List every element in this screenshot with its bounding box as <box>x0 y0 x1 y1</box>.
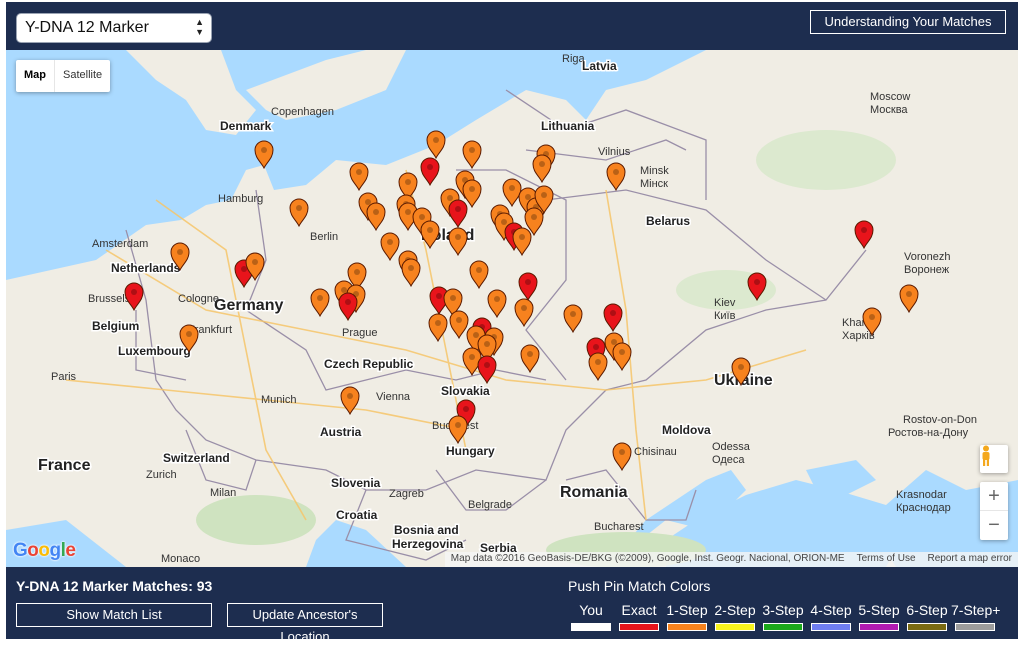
test-type-select-value: Y-DNA 12 Marker <box>25 19 149 36</box>
legend-swatch <box>811 623 851 631</box>
legend-label: 2-Step <box>714 602 756 618</box>
legend-item: 3-Step <box>759 602 807 631</box>
country-austria: Austria <box>320 425 362 439</box>
city-zurich: Zurich <box>146 469 177 481</box>
country-lithuania: Lithuania <box>541 119 595 133</box>
understanding-matches-button[interactable]: Understanding Your Matches <box>810 10 1006 34</box>
city-copenhagen: Copenhagen <box>271 106 334 118</box>
city-moscow: Moscow Москва <box>870 91 910 116</box>
country-luxembourg: Luxembourg <box>118 344 191 358</box>
city-amsterdam: Amsterdam <box>92 238 148 250</box>
country-slovenia: Slovenia <box>331 476 381 490</box>
legend-label: 3-Step <box>762 602 804 618</box>
legend-label: You <box>579 602 603 618</box>
legend-swatch <box>667 623 707 631</box>
google-logo: Google <box>13 540 76 561</box>
test-type-select[interactable]: Y-DNA 12 Marker ▲ ▼ <box>16 13 212 43</box>
app-frame: Y-DNA 12 Marker ▲ ▼ Understanding Your Ma… <box>6 2 1018 644</box>
city-paris: Paris <box>51 371 77 383</box>
city-voronezh: Voronezh Воронеж <box>904 251 950 276</box>
country-romania: Romania <box>560 484 628 501</box>
legend-label: Exact <box>621 602 657 618</box>
legend-item: Exact <box>615 602 663 631</box>
city-belgrade: Belgrade <box>468 499 512 511</box>
legend-swatch <box>907 623 947 631</box>
legend-label: 1-Step <box>666 602 708 618</box>
map-base: Latvia Lithuania Belarus Netherlands Ger… <box>6 50 1018 567</box>
legend-swatch <box>571 623 611 631</box>
terms-of-use-link[interactable]: Terms of Use <box>851 552 922 567</box>
map-type-satellite-button[interactable]: Satellite <box>55 60 110 92</box>
city-krasnodar: Krasnodar Краснодар <box>896 489 951 514</box>
legend-item: 6-Step <box>903 602 951 631</box>
select-arrows-icon: ▲ ▼ <box>195 17 204 37</box>
country-belgium: Belgium <box>92 319 139 333</box>
country-france: France <box>38 457 91 474</box>
map-attribution: Map data ©2016 GeoBasis-DE/BKG (©2009), … <box>444 552 1018 567</box>
city-hamburg: Hamburg <box>218 193 263 205</box>
legend-label: 7-Step+ <box>951 602 1001 618</box>
map-type-map-button[interactable]: Map <box>16 60 55 92</box>
legend-swatch <box>955 623 995 631</box>
show-match-list-button[interactable]: Show Match List <box>16 603 212 627</box>
legend-swatch <box>859 623 899 631</box>
legend-label: 5-Step <box>858 602 900 618</box>
legend-item: 4-Step <box>807 602 855 631</box>
city-monaco: Monaco <box>161 553 200 565</box>
city-vienna: Vienna <box>376 391 411 403</box>
map-canvas[interactable]: Latvia Lithuania Belarus Netherlands Ger… <box>6 50 1018 567</box>
city-minsk: Minsk Мінск <box>640 165 669 190</box>
country-netherlands: Netherlands <box>111 261 181 275</box>
country-moldova: Moldova <box>662 423 711 437</box>
update-ancestor-location-button[interactable]: Update Ancestor's Location <box>227 603 383 644</box>
country-bosnia: Bosnia and Herzegovina <box>392 523 464 551</box>
legend-swatch <box>763 623 803 631</box>
map-type-control: Map Satellite <box>16 60 111 92</box>
legend-title: Push Pin Match Colors <box>568 578 711 594</box>
country-slovakia: Slovakia <box>441 384 490 398</box>
match-count-label: Y-DNA 12 Marker Matches: 93 <box>16 578 213 594</box>
report-map-error-link[interactable]: Report a map error <box>922 552 1018 567</box>
pin-color-legend: You Exact 1-Step 2-Step 3-Step 4-Step 5-Step 6-… <box>567 602 1001 631</box>
country-czech-republic: Czech Republic <box>324 357 414 371</box>
city-chisinau: Chisinau <box>634 446 677 458</box>
city-kiev: Kiev Київ <box>714 297 736 322</box>
zoom-control: + − <box>980 482 1008 540</box>
country-switzerland: Switzerland <box>163 451 230 465</box>
country-germany: Germany <box>214 297 283 314</box>
country-latvia: Latvia <box>582 59 617 73</box>
city-zagreb: Zagreb <box>389 488 424 500</box>
street-view-pegman-icon[interactable] <box>980 445 1008 473</box>
legend-swatch <box>619 623 659 631</box>
city-prague: Prague <box>342 327 377 339</box>
legend-item: 1-Step <box>663 602 711 631</box>
legend-item: 7-Step+ <box>951 602 1001 631</box>
city-berlin: Berlin <box>310 231 338 243</box>
city-cologne: Cologne <box>178 293 219 305</box>
legend-item: 2-Step <box>711 602 759 631</box>
country-hungary: Hungary <box>446 444 495 458</box>
zoom-out-button[interactable]: − <box>980 511 1008 540</box>
legend-item: 5-Step <box>855 602 903 631</box>
legend-swatch <box>715 623 755 631</box>
city-riga: Riga <box>562 53 586 65</box>
country-belarus: Belarus <box>646 214 690 228</box>
legend-item: You <box>567 602 615 631</box>
legend-label: 4-Step <box>810 602 852 618</box>
city-brussels: Brussels <box>88 293 131 305</box>
country-denmark: Denmark <box>220 119 272 133</box>
legend-label: 6-Step <box>906 602 948 618</box>
map-data-credit: Map data ©2016 GeoBasis-DE/BKG (©2009), … <box>450 553 845 564</box>
city-milan: Milan <box>210 487 236 499</box>
one-step-match-pin[interactable] <box>254 140 274 170</box>
zoom-in-button[interactable]: + <box>980 482 1008 511</box>
city-vilnius: Vilnius <box>598 146 631 158</box>
city-munich: Munich <box>261 394 296 406</box>
country-croatia: Croatia <box>336 508 378 522</box>
city-bucharest: Bucharest <box>594 521 644 533</box>
